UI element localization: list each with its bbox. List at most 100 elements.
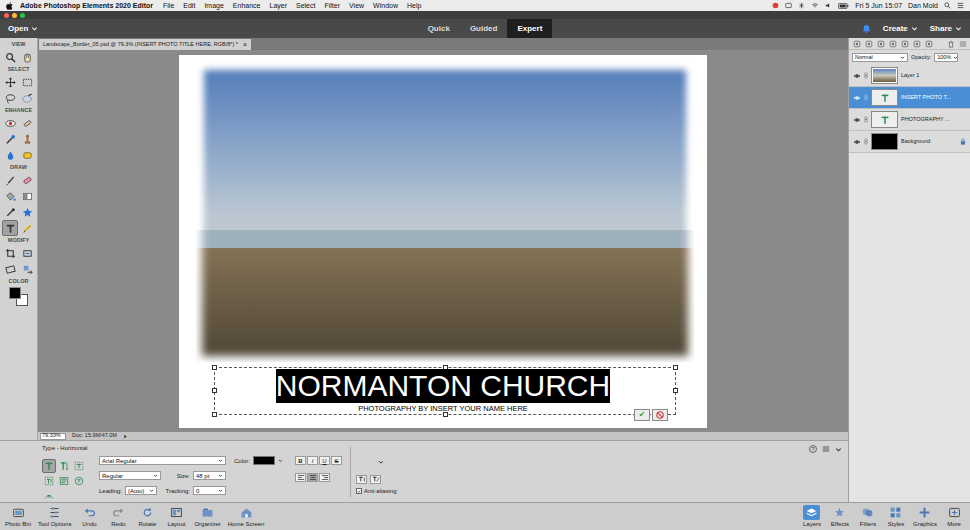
hmask-type-tool[interactable] (72, 459, 86, 473)
vertical-type-tool[interactable] (57, 459, 71, 473)
clock[interactable]: Fri 5 Jun 15:07 (855, 2, 902, 9)
text-layer[interactable]: NORMANTON CHURCH PHOTOGRAPHY BY INSERT YO… (179, 369, 707, 413)
zoom-button[interactable] (20, 13, 25, 18)
close-button[interactable] (4, 13, 9, 18)
recompose-tool[interactable] (19, 245, 35, 261)
layer-mask-button[interactable] (900, 39, 909, 48)
format-button[interactable]: B (295, 456, 306, 465)
subtitle-text[interactable]: PHOTOGRAPHY BY INSERT YOUR NAME HERE (358, 404, 528, 413)
textbox-type-tool[interactable] (57, 474, 71, 488)
move-tool[interactable] (2, 74, 18, 90)
contentmove-tool[interactable] (19, 261, 35, 277)
filters-button[interactable]: Filters (854, 505, 882, 528)
marquee-tool[interactable] (19, 74, 35, 90)
rotate-button[interactable]: Rotate (133, 505, 161, 528)
mode-tab[interactable]: Guided (460, 19, 508, 38)
adjustment-layer-button[interactable] (888, 39, 897, 48)
open-button[interactable]: Open (8, 25, 38, 33)
bin-button[interactable]: Photo Bin (2, 505, 34, 528)
pencil-tool[interactable] (19, 220, 35, 236)
blend-mode-select[interactable]: Normal (852, 53, 908, 62)
commit-button[interactable]: ✔ (634, 409, 650, 421)
layer-row[interactable]: Background (849, 131, 970, 153)
document-tab[interactable]: Landscape_Border_05.psd @ 79.3% (INSERT … (39, 39, 251, 50)
canvas[interactable]: NORMANTON CHURCH PHOTOGRAPHY BY INSERT YO… (38, 50, 848, 432)
anti-aliasing-checkbox[interactable]: Anti-aliasing (356, 488, 397, 494)
mode-tab[interactable]: Expert (507, 19, 552, 38)
share-button[interactable]: Share (930, 25, 962, 33)
menu-item[interactable]: Image (204, 2, 223, 9)
organizer-button[interactable]: Organizer (191, 505, 223, 528)
create-button[interactable]: Create (883, 25, 918, 33)
format-button[interactable]: U (319, 456, 330, 465)
pathtext-type-tool[interactable] (42, 489, 56, 503)
bucket-tool[interactable] (2, 188, 18, 204)
layer-row[interactable]: INSERT PHOTO T... (849, 87, 970, 109)
options-button[interactable]: Tool Options (35, 505, 74, 528)
opacity-field[interactable]: 100% (934, 53, 958, 62)
menu-item[interactable]: Filter (324, 2, 340, 9)
leading-select[interactable]: (Auto) (125, 486, 157, 495)
horizontal-type-tool[interactable] (42, 459, 56, 473)
title-text[interactable]: NORMANTON CHURCH (276, 369, 610, 402)
fill-layer-button[interactable] (876, 39, 885, 48)
menu-item[interactable]: Help (407, 2, 421, 9)
cancel-button[interactable] (652, 409, 668, 421)
smartbrush-tool[interactable] (2, 131, 18, 147)
layer-row[interactable]: PHOTOGRAPHY ... (849, 109, 970, 131)
font-family-select[interactable]: Arial Regular (99, 456, 226, 465)
menu-item[interactable]: Enhance (233, 2, 261, 9)
hand-tool[interactable] (19, 49, 35, 65)
font-style-select[interactable]: Regular (99, 471, 161, 480)
home-button[interactable]: Home Screen (225, 505, 268, 528)
lock-transparency-button[interactable] (912, 39, 921, 48)
resize-handle[interactable] (673, 365, 678, 370)
lasso-tool[interactable] (2, 90, 18, 106)
new-layer-button[interactable] (852, 39, 861, 48)
foreground-color-swatch[interactable] (9, 287, 21, 299)
delete-layer-button[interactable] (946, 39, 955, 48)
menu-item[interactable]: Select (296, 2, 315, 9)
menu-item[interactable]: View (349, 2, 364, 9)
layers-button[interactable]: Layers (798, 505, 826, 528)
zoom-field[interactable]: 79.33% (40, 433, 66, 440)
checkbox[interactable] (356, 488, 362, 494)
format-button[interactable]: S (331, 456, 342, 465)
minimize-button[interactable] (12, 13, 17, 18)
shapetext-type-tool[interactable] (72, 474, 86, 488)
layer-row[interactable]: Layer 1 (849, 65, 970, 87)
vmask-type-tool[interactable] (42, 474, 56, 488)
spotheal-tool[interactable] (19, 115, 35, 131)
clone-tool[interactable] (19, 131, 35, 147)
layout-button[interactable]: Layout (162, 505, 190, 528)
close-tab-button[interactable]: × (243, 41, 247, 48)
straighten-tool[interactable] (2, 261, 18, 277)
align-left-button[interactable] (295, 473, 306, 482)
undo-button[interactable]: Undo (75, 505, 103, 528)
menu-item[interactable]: Layer (269, 2, 287, 9)
lock-all-button[interactable] (924, 39, 933, 48)
eraser-tool[interactable] (19, 172, 35, 188)
brush-tool[interactable] (2, 172, 18, 188)
redeye-tool[interactable] (2, 115, 18, 131)
graphics-button[interactable]: Graphics (910, 505, 940, 528)
gradient-tool[interactable] (19, 188, 35, 204)
blur-tool[interactable] (2, 147, 18, 163)
crop-tool[interactable] (2, 245, 18, 261)
more-button[interactable]: More (940, 505, 968, 528)
resize-handle[interactable] (212, 388, 217, 393)
resize-handle[interactable] (212, 412, 217, 417)
format-button[interactable]: I (307, 456, 318, 465)
menu-item[interactable]: File (163, 2, 174, 9)
effects-button[interactable]: Effects (826, 505, 854, 528)
sponge-tool[interactable] (19, 147, 35, 163)
align-right-button[interactable] (319, 473, 330, 482)
user-name[interactable]: Dan Mold (908, 2, 938, 9)
new-group-button[interactable] (864, 39, 873, 48)
quickselect-tool[interactable] (19, 90, 35, 106)
type-tool[interactable] (2, 220, 18, 236)
text-warp-button[interactable] (370, 475, 381, 484)
layers-menu-button[interactable] (958, 39, 967, 48)
help-button[interactable]: ? (809, 445, 817, 453)
menu-item[interactable]: Window (373, 2, 398, 9)
